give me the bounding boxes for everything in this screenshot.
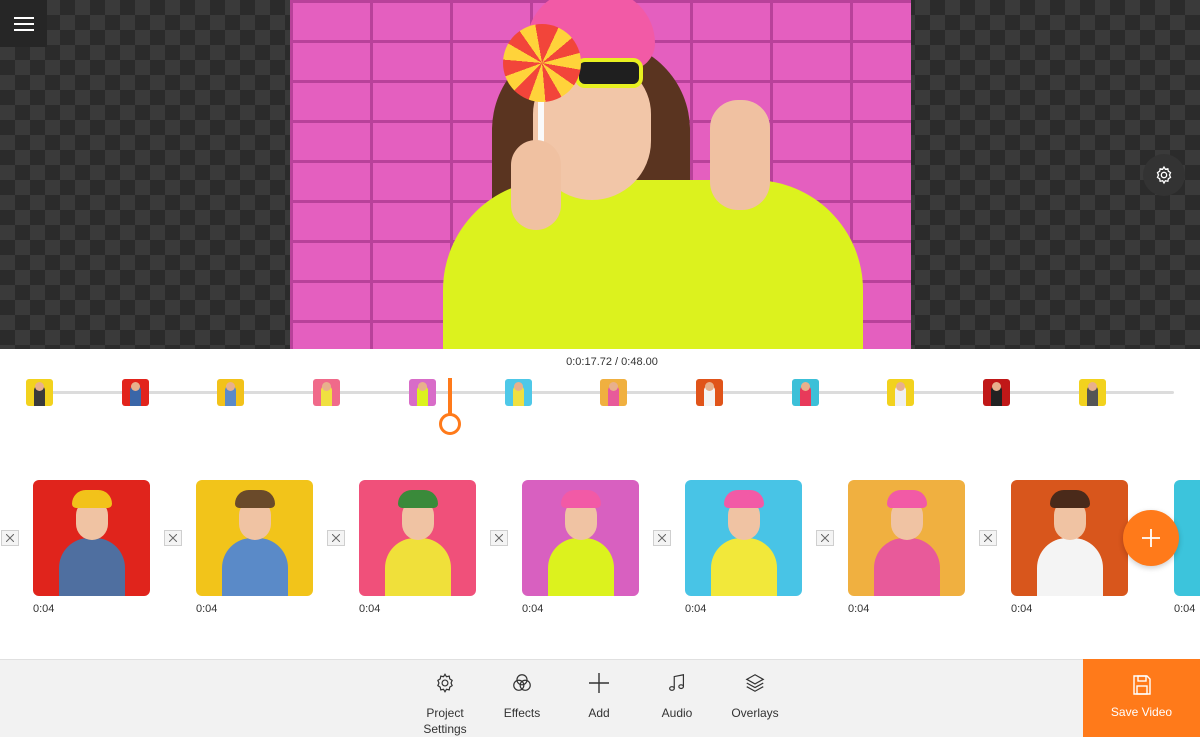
close-icon [332,534,340,542]
clip-subject-body [222,538,288,596]
clip-duration: 0:04 [522,603,544,615]
clip-thumbnail[interactable] [1011,480,1128,596]
video-editor: 0:0:17.72 / 0:48.00 0:04 0:04 0:04 0:04 0:04… [0,0,1200,737]
timeline-thumbnail[interactable] [504,379,532,406]
audio-label: Audio [661,706,693,720]
close-icon [6,534,14,542]
clip-subject-hat [235,490,275,508]
timecode: 0:0:17.72 / 0:48.00 [566,356,658,368]
remove-clip-button[interactable] [1,530,19,546]
timeline-thumbnail[interactable] [26,379,53,406]
hamburger-icon [13,16,34,31]
playhead[interactable] [448,378,452,414]
thumbnail-subject-head [704,382,714,391]
timeline-thumbnail[interactable] [695,379,723,406]
layers-icon [745,674,765,692]
remove-clip-button[interactable] [164,530,182,546]
plus-icon [1142,529,1160,547]
close-icon [821,534,829,542]
clip-thumbnail[interactable] [33,480,150,596]
add-clip-button[interactable] [1123,510,1179,566]
remove-clip-button[interactable] [816,530,834,546]
clip-subject-hat [72,490,112,508]
clip-duration: 0:04 [848,603,870,615]
thumbnail-subject-head [1087,382,1097,391]
thumbnail-subject-head [35,382,44,391]
menu-button[interactable] [0,0,47,47]
plus-icon [589,673,609,693]
preview-settings-button[interactable] [1143,154,1185,196]
clip-duration: 0:04 [196,603,218,615]
remove-clip-button[interactable] [653,530,671,546]
remove-clip-button[interactable] [327,530,345,546]
thumbnail-subject-head [992,382,1001,391]
close-icon [169,534,177,542]
clip-subject-body [874,538,940,596]
overlays-label: Overlays [731,706,779,720]
timeline-thumbnail[interactable] [600,379,628,406]
remove-clip-button[interactable] [490,530,508,546]
clip-subject-body [59,538,125,596]
thumbnail-subject-head [417,382,427,391]
close-icon [984,534,992,542]
thumbnail-subject-head [800,382,810,391]
timeline-thumbnail[interactable] [313,379,341,406]
preview-subject-hand-left [511,140,561,230]
clip-thumbnail[interactable] [848,480,965,596]
clip-subject-hat [887,490,927,508]
clip-duration: 0:04 [1011,603,1033,615]
close-icon [658,534,666,542]
thumbnail-subject-head [513,382,523,391]
bottom-toolbar: Project Settings Effects Add Audio Overl… [0,659,1200,737]
video-preview [0,0,1200,349]
clip-duration: 0:04 [359,603,381,615]
effects-icon [513,674,531,691]
clip-subject-body [385,538,451,596]
clip-subject-hat [561,490,601,508]
add-label: Add [588,706,610,720]
timeline-thumbnail[interactable] [791,379,819,406]
clip-duration: 0:04 [33,603,55,615]
clip-subject-body [1037,538,1103,596]
timeline-thumbnail[interactable] [121,379,149,406]
clip-subject-body [548,538,614,596]
overlays-button[interactable]: Overlays [720,670,790,721]
thumbnail-subject-head [130,382,140,391]
timeline-thumbnail[interactable] [1078,379,1106,406]
gear-icon [437,673,453,693]
clip-thumbnail[interactable] [522,480,639,596]
preview-frame [290,0,911,349]
remove-clip-button[interactable] [979,530,997,546]
project-settings-label: Project Settings [423,706,467,736]
clip-subject-hat [724,490,764,508]
preview-subject-glasses [575,58,643,88]
playhead-handle[interactable] [439,413,461,435]
timeline-thumbnail[interactable] [983,379,1010,406]
preview-subject-sweater [443,180,863,349]
audio-button[interactable]: Audio [642,670,712,721]
save-video-button[interactable]: Save Video [1083,659,1200,737]
preview-subject-hand-right [710,100,770,210]
effects-label: Effects [503,706,541,720]
effects-button[interactable]: Effects [487,670,557,721]
clip-subject-hat [1050,490,1090,508]
timeline-thumbnail[interactable] [217,379,245,406]
clip-thumbnail[interactable] [359,480,476,596]
floppy-disk-icon [1132,675,1151,695]
clip-thumbnail[interactable] [196,480,313,596]
gear-icon [1156,165,1172,185]
music-note-icon [669,674,685,691]
close-icon [495,534,503,542]
clip-thumbnail[interactable] [685,480,802,596]
clip-subject-body [711,538,777,596]
save-video-label: Save Video [1110,705,1173,719]
clip-duration: 0:04 [1174,603,1196,615]
preview-lollipop [503,24,581,102]
add-button[interactable]: Add [564,670,634,721]
timeline-thumbnail[interactable] [408,379,436,406]
clip-duration: 0:04 [685,603,707,615]
clip-subject-hat [398,490,438,508]
timeline-thumbnail[interactable] [887,379,915,406]
project-settings-button[interactable]: Project Settings [410,670,480,737]
